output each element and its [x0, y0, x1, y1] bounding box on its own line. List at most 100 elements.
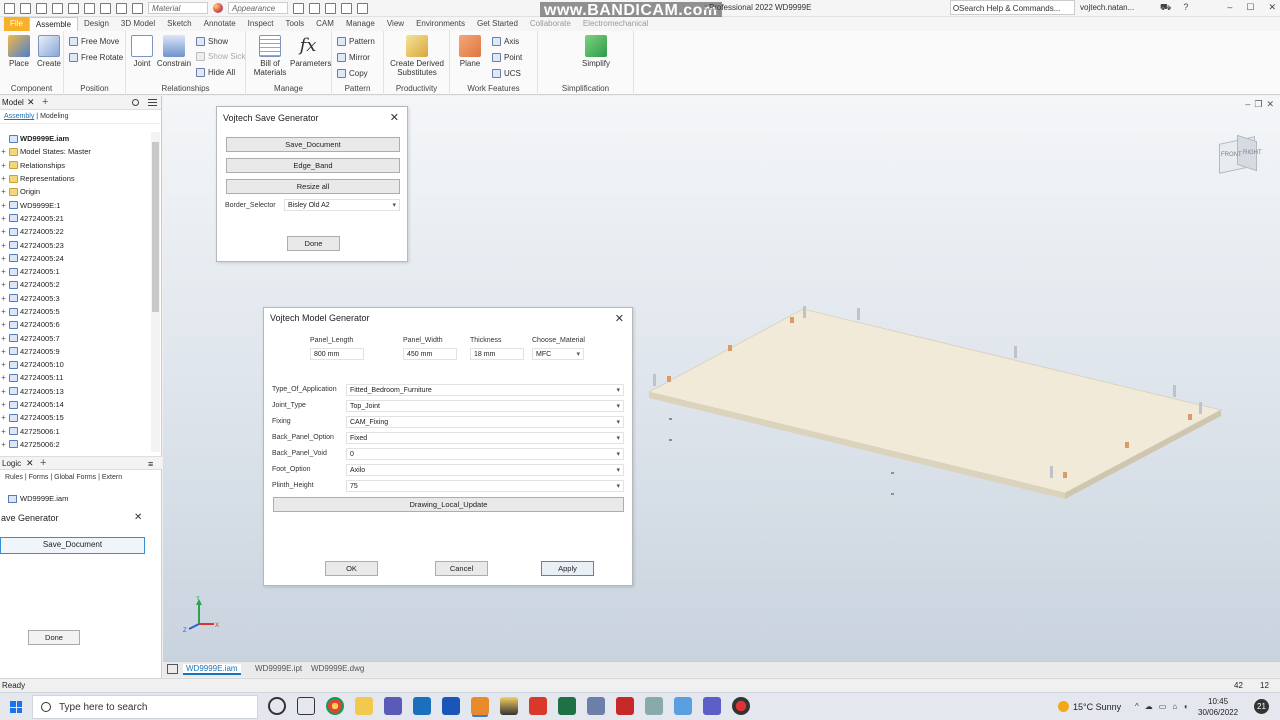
inventor-icon[interactable]	[471, 697, 489, 715]
home-icon[interactable]	[167, 664, 178, 674]
hide-all-button[interactable]: Hide All	[196, 68, 235, 77]
tree-item[interactable]: +42724005:23	[0, 238, 150, 251]
show-button[interactable]: Show	[196, 37, 228, 46]
axis-button[interactable]: Axis	[492, 37, 519, 46]
tree-item[interactable]: +42724005:2	[0, 278, 150, 291]
expand-icon[interactable]: +	[0, 413, 7, 422]
tree-item[interactable]: +42724005:11	[0, 371, 150, 384]
ok-button[interactable]: OK	[325, 561, 378, 576]
tree-item[interactable]: + WD9999E:1	[0, 198, 150, 211]
simplification-group-label[interactable]: Simplification	[538, 84, 633, 93]
help-icon[interactable]: ?	[1183, 2, 1188, 14]
subtab-assembly[interactable]: Assembly	[4, 113, 34, 120]
tab-electromechanical[interactable]: Electromechanical	[577, 17, 654, 31]
option-dropdown[interactable]: Top_Joint	[346, 400, 624, 412]
logic-menu-icon[interactable]: ≡	[148, 459, 153, 469]
menu-icon[interactable]	[148, 99, 157, 106]
weather-widget[interactable]: 15°C Sunny	[1058, 701, 1121, 712]
tab-annotate[interactable]: Annotate	[198, 17, 242, 31]
onedrive-icon[interactable]: ☁	[1145, 702, 1153, 711]
expand-icon[interactable]: +	[0, 147, 7, 156]
show-sick-button[interactable]: Show Sick	[196, 52, 245, 61]
panel-length-input[interactable]: 800 mm	[310, 348, 364, 360]
option-dropdown[interactable]: Fixed	[346, 432, 624, 444]
drawing-local-update-button[interactable]: Drawing_Local_Update	[273, 497, 624, 512]
pattern-group-label[interactable]: Pattern	[332, 84, 383, 93]
app-icon[interactable]	[645, 697, 663, 715]
add-icon[interactable]	[357, 2, 368, 14]
expand-icon[interactable]: +	[0, 427, 7, 436]
view-cube[interactable]: FRONT RIGHT	[1215, 134, 1262, 180]
outlook-icon[interactable]	[413, 697, 431, 715]
expand-icon[interactable]: +	[0, 280, 7, 289]
expand-icon[interactable]: +	[0, 294, 7, 303]
logic-file-item[interactable]: WD9999E.iam	[8, 494, 68, 503]
resize-all-button[interactable]: Resize all	[226, 179, 400, 194]
productivity-group-label[interactable]: Productivity	[384, 84, 449, 93]
tree-scroll-thumb[interactable]	[152, 142, 159, 312]
simplify-button[interactable]: Simplify	[578, 35, 614, 68]
linux-icon[interactable]	[500, 697, 518, 715]
fx-icon[interactable]	[325, 2, 336, 14]
material-dropdown[interactable]: Material	[148, 2, 208, 14]
tab-tools[interactable]: Tools	[279, 17, 310, 31]
create-derived-button[interactable]: Create Derived Substitutes	[388, 35, 446, 77]
tree-item[interactable]: +42724005:21	[0, 212, 150, 225]
model-tab[interactable]: Model	[2, 98, 24, 107]
save-generator-form-done-button[interactable]: Done	[28, 630, 80, 645]
undo-icon[interactable]	[52, 2, 63, 14]
expand-icon[interactable]: +	[0, 254, 7, 263]
logic-tab[interactable]: Logic	[2, 459, 21, 468]
expand-icon[interactable]: +	[0, 201, 7, 210]
joint-button[interactable]: Joint	[124, 35, 160, 68]
free-move-button[interactable]: Free Move	[69, 37, 119, 46]
close-logic-icon[interactable]: ✕	[26, 458, 34, 469]
panel-width-input[interactable]: 450 mm	[403, 348, 457, 360]
autocad-icon[interactable]	[616, 697, 634, 715]
tree-item[interactable]: +42724005:6	[0, 318, 150, 331]
copy-button[interactable]: Copy	[337, 69, 368, 78]
new-icon[interactable]	[4, 2, 15, 14]
expand-icon[interactable]: +	[0, 187, 7, 196]
tree-item[interactable]: +42724005:3	[0, 292, 150, 305]
tab-file[interactable]: File	[4, 17, 29, 31]
thickness-input[interactable]: 18 mm	[470, 348, 524, 360]
taskbar-search-input[interactable]: Type here to search	[32, 695, 258, 719]
close-model-icon[interactable]: ✕	[27, 97, 35, 108]
chevron-up-icon[interactable]: ^	[1135, 702, 1139, 711]
appearance-dropdown[interactable]: Appearance	[228, 2, 288, 14]
redo-icon[interactable]	[68, 2, 79, 14]
save-generator-close-icon[interactable]: ✕	[390, 111, 399, 124]
help-search-input[interactable]: Search Help & Commands...	[950, 0, 1075, 15]
notification-badge[interactable]: 21	[1254, 699, 1269, 714]
tree-item[interactable]: + Model States: Master	[0, 145, 150, 158]
border-selector-dropdown[interactable]: Bisley Old A2	[284, 199, 400, 211]
tree-item[interactable]: + Origin	[0, 185, 150, 198]
expand-icon[interactable]: +	[0, 320, 7, 329]
tab-environments[interactable]: Environments	[410, 17, 471, 31]
tree-item[interactable]: +42724005:14	[0, 398, 150, 411]
tree-item[interactable]: +42725006:2	[0, 438, 150, 451]
adjust-icon[interactable]	[309, 2, 320, 14]
save-document-dialog-button[interactable]: Save_Document	[226, 137, 400, 152]
teams-icon[interactable]	[703, 697, 721, 715]
parameters-button[interactable]: fx Parameters	[290, 35, 331, 68]
expand-icon[interactable]: +	[0, 174, 7, 183]
tree-item[interactable]: +42724005:1	[0, 265, 150, 278]
cloud-app-icon[interactable]	[674, 697, 692, 715]
tree-item[interactable]: +42724005:9	[0, 345, 150, 358]
doc-tab-ipt[interactable]: WD9999E.ipt	[255, 664, 302, 673]
expand-icon[interactable]: +	[0, 373, 7, 382]
expand-icon[interactable]: +	[0, 161, 7, 170]
tree-item[interactable]: +42724005:7	[0, 331, 150, 344]
option-dropdown[interactable]: 0	[346, 448, 624, 460]
add-logic-icon[interactable]: +	[40, 457, 46, 469]
volume-icon[interactable]: ◖	[1183, 702, 1188, 711]
ucs-button[interactable]: UCS	[492, 69, 521, 78]
expand-icon[interactable]: +	[0, 227, 7, 236]
option-dropdown[interactable]: CAM_Fixing	[346, 416, 624, 428]
option-dropdown[interactable]: Fitted_Bedroom_Furniture	[346, 384, 624, 396]
clear-appearance-icon[interactable]	[293, 2, 304, 14]
logic-subtabs[interactable]: Rules | Forms | Global Forms | Extern	[0, 474, 162, 481]
expand-icon[interactable]: +	[0, 387, 7, 396]
